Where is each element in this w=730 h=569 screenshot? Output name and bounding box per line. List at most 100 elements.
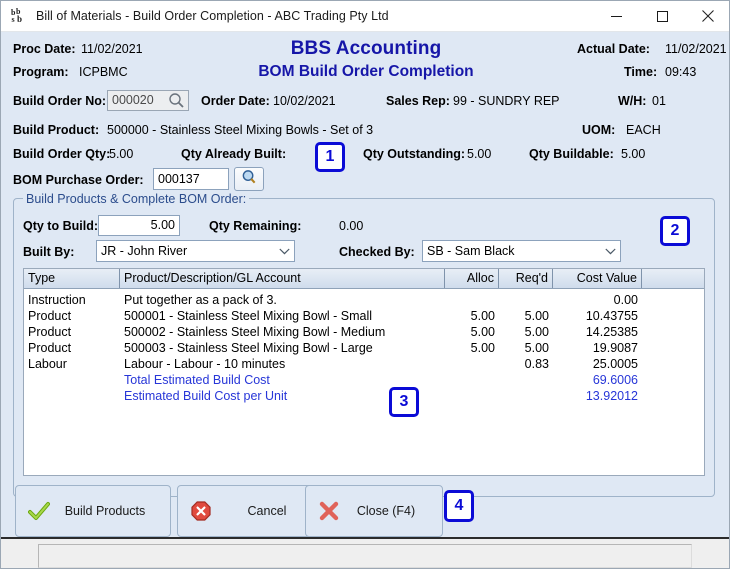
column-header-reqd[interactable]: Req'd xyxy=(499,269,553,288)
table-row[interactable]: Instruction Put together as a pack of 3.… xyxy=(24,292,704,308)
red-x-icon xyxy=(318,500,340,522)
cell-alloc: 5.00 xyxy=(445,340,495,356)
cell-alloc: 5.00 xyxy=(445,324,495,340)
build-product-value: 500000 - Stainless Steel Mixing Bowls - … xyxy=(107,123,373,137)
qty-to-build-input[interactable]: 5.00 xyxy=(98,215,180,236)
order-date-label: Order Date: xyxy=(201,94,270,108)
maximize-button[interactable] xyxy=(639,1,685,32)
marker-4: 4 xyxy=(444,490,474,522)
search-icon xyxy=(241,169,257,190)
cell-description: 500001 - Stainless Steel Mixing Bowl - S… xyxy=(124,308,442,324)
chevron-down-icon xyxy=(605,244,616,258)
column-header-description[interactable]: Product/Description/GL Account xyxy=(120,269,445,288)
build-product-label: Build Product: xyxy=(13,123,99,137)
green-check-icon xyxy=(28,500,50,522)
qty-remaining-label: Qty Remaining: xyxy=(209,219,301,233)
cell-cost-value: 10.43755 xyxy=(553,308,638,324)
qty-remaining-value: 0.00 xyxy=(339,219,363,233)
qty-buildable-label: Qty Buildable: xyxy=(529,147,614,161)
checked-by-label: Checked By: xyxy=(339,245,415,259)
search-icon[interactable] xyxy=(168,92,185,109)
built-by-select[interactable]: JR - John River xyxy=(96,240,295,262)
actual-date-value: 11/02/2021 xyxy=(665,42,727,56)
table-row[interactable]: Product 500002 - Stainless Steel Mixing … xyxy=(24,324,704,340)
status-message-panel xyxy=(38,544,692,568)
svg-text:s: s xyxy=(12,15,15,24)
cell-type: Labour xyxy=(28,356,120,372)
cell-type: Product xyxy=(28,324,120,340)
column-header-spacer[interactable] xyxy=(642,269,704,288)
close-button-label: Close (F4) xyxy=(340,504,442,518)
cell-reqd xyxy=(499,388,549,404)
svg-text:b: b xyxy=(17,14,22,24)
window-controls xyxy=(593,1,730,32)
checked-by-value: SB - Sam Black xyxy=(427,244,515,258)
cell-alloc xyxy=(445,292,495,308)
checked-by-select[interactable]: SB - Sam Black xyxy=(422,240,621,262)
column-header-type[interactable]: Type xyxy=(24,269,120,288)
cell-description: 500002 - Stainless Steel Mixing Bowl - M… xyxy=(124,324,442,340)
time-label: Time: xyxy=(624,65,657,79)
grid-body: Instruction Put together as a pack of 3.… xyxy=(24,289,704,404)
cell-cost-value: 14.25385 xyxy=(553,324,638,340)
table-row[interactable]: Product 500003 - Stainless Steel Mixing … xyxy=(24,340,704,356)
warehouse-value: 01 xyxy=(652,94,666,108)
bom-purchase-order-input[interactable]: 000137 xyxy=(153,168,229,190)
title-bar: b b s b Bill of Materials - Build Order … xyxy=(1,1,730,32)
marker-1: 1 xyxy=(315,142,345,172)
window-title: Bill of Materials - Build Order Completi… xyxy=(36,9,389,23)
cell-cost-value: 19.9087 xyxy=(553,340,638,356)
table-row[interactable]: Estimated Build Cost per Unit 13.92012 xyxy=(24,388,704,404)
cell-reqd xyxy=(499,292,549,308)
built-by-label: Built By: xyxy=(23,245,74,259)
marker-3: 3 xyxy=(389,387,419,417)
cell-alloc xyxy=(445,356,495,372)
cell-type: Product xyxy=(28,308,120,324)
column-header-cost-value[interactable]: Cost Value xyxy=(553,269,642,288)
build-products-button[interactable]: Build Products xyxy=(15,485,171,537)
minimize-button[interactable] xyxy=(593,1,639,32)
cell-cost-value: 0.00 xyxy=(553,292,638,308)
red-octagon-x-icon xyxy=(190,500,212,522)
cell-description: Labour - Labour - 10 minutes xyxy=(124,356,442,372)
warehouse-label: W/H: xyxy=(618,94,646,108)
close-button-f4[interactable]: Close (F4) xyxy=(305,485,443,537)
cell-type xyxy=(28,388,120,404)
column-header-alloc[interactable]: Alloc xyxy=(445,269,499,288)
form-body: Proc Date: 11/02/2021 Program: ICPBMC BB… xyxy=(1,32,730,539)
cell-reqd: 5.00 xyxy=(499,308,549,324)
qty-buildable-value: 5.00 xyxy=(621,147,645,161)
sales-rep-label: Sales Rep: xyxy=(386,94,450,108)
build-order-qty-label: Build Order Qty: xyxy=(13,147,110,161)
cell-cost-value: 69.6006 xyxy=(553,372,638,388)
qty-already-built-label: Qty Already Built: xyxy=(181,147,286,161)
cell-cost-value: 25.0005 xyxy=(553,356,638,372)
status-bar xyxy=(1,539,730,569)
qty-outstanding-label: Qty Outstanding: xyxy=(363,147,465,161)
sales-rep-value: 99 - SUNDRY REP xyxy=(453,94,560,108)
table-row[interactable]: Product 500001 - Stainless Steel Mixing … xyxy=(24,308,704,324)
build-order-no-label: Build Order No: xyxy=(13,94,106,108)
page-subtitle: BOM Build Order Completion xyxy=(1,63,730,81)
time-value: 09:43 xyxy=(665,65,696,79)
build-order-qty-value: 5.00 xyxy=(109,147,133,161)
build-products-button-label: Build Products xyxy=(50,504,170,518)
bom-purchase-order-lookup-button[interactable] xyxy=(234,167,264,191)
bbs-app-icon: b b s b xyxy=(10,7,28,25)
cell-reqd xyxy=(499,372,549,388)
marker-2: 2 xyxy=(660,216,690,246)
bom-lines-grid[interactable]: Type Product/Description/GL Account Allo… xyxy=(23,268,705,476)
order-date-value: 10/02/2021 xyxy=(273,94,336,108)
cell-type: Instruction xyxy=(28,292,120,308)
cell-type: Product xyxy=(28,340,120,356)
build-products-group-title: Build Products & Complete BOM Order: xyxy=(23,192,249,206)
grid-header-row: Type Product/Description/GL Account Allo… xyxy=(24,269,704,289)
cell-reqd: 0.83 xyxy=(499,356,549,372)
close-button[interactable] xyxy=(685,1,730,32)
cell-alloc xyxy=(445,372,495,388)
cell-cost-value: 13.92012 xyxy=(553,388,638,404)
table-row[interactable]: Total Estimated Build Cost 69.6006 xyxy=(24,372,704,388)
actual-date-label: Actual Date: xyxy=(577,42,650,56)
bom-purchase-order-label: BOM Purchase Order: xyxy=(13,173,144,187)
table-row[interactable]: Labour Labour - Labour - 10 minutes 0.83… xyxy=(24,356,704,372)
